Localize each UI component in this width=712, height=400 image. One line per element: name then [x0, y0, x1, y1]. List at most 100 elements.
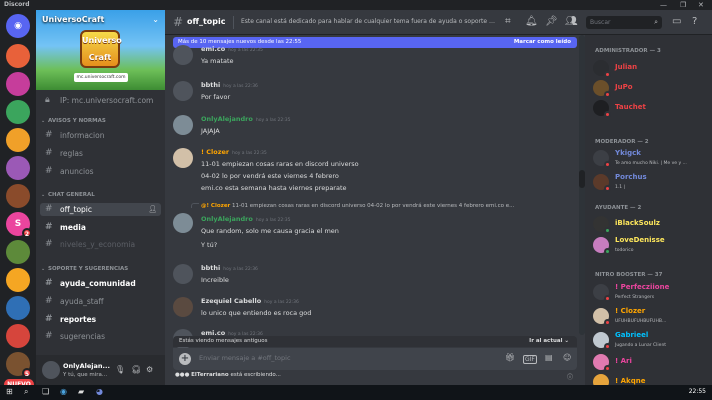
composer-placeholder[interactable]: Enviar mensaje a #off_topic [199, 354, 291, 362]
member-name[interactable]: Tauchet [615, 103, 646, 111]
avatar[interactable] [42, 361, 60, 379]
author-name[interactable]: OnlyAlejandro [201, 115, 253, 123]
member-row[interactable]: ! Ari [593, 353, 708, 373]
member-row[interactable]: LoveDenisse todorico [593, 236, 708, 256]
gear-icon[interactable]: ⚙ [146, 365, 153, 374]
emoji-icon[interactable]: ☺ [563, 353, 571, 362]
channel-reportes[interactable]: # reportes [40, 313, 161, 326]
help-icon[interactable]: ⓘ [567, 372, 573, 381]
message-author[interactable]: emi.co hoy a las 22:35 [201, 45, 263, 53]
avatar[interactable] [593, 174, 611, 192]
channel-ayuda-staff[interactable]: # ayuda_staff [40, 295, 161, 308]
member-name[interactable]: LoveDenisse [615, 236, 665, 244]
category-chat-general[interactable]: ⌄ CHAT GENERAL [40, 190, 161, 200]
avatar[interactable] [593, 150, 611, 168]
server-icon-server-5[interactable] [6, 156, 30, 180]
task-view-icon[interactable]: ❏ [42, 387, 49, 396]
channel-sugerencias[interactable]: # sugerencias [40, 330, 161, 343]
author-name[interactable]: Ezequiel Cabello [201, 297, 261, 305]
channel-anuncios[interactable]: # anuncios [40, 165, 161, 178]
avatar[interactable] [593, 374, 609, 385]
avatar[interactable] [593, 284, 611, 302]
member-row[interactable]: Tauchet [593, 99, 708, 119]
server-icon-server-10[interactable] [6, 296, 30, 320]
avatar[interactable] [593, 80, 611, 98]
member-name[interactable]: ! Ari [615, 357, 632, 365]
channel-off-topic[interactable]: # off_topic 👤︎ [40, 203, 161, 216]
author-name[interactable]: emi.co [201, 45, 225, 53]
author-name[interactable]: bbthi [201, 81, 220, 89]
avatar[interactable] [173, 81, 193, 101]
member-row[interactable]: Ykigck Te amo mucho Niki. | Me ve y ... [593, 149, 708, 169]
member-name[interactable]: ! Perfecziione [615, 283, 669, 291]
server-icon-home[interactable]: ◉ [6, 14, 30, 38]
channel-niveles[interactable]: # niveles_y_economia [40, 238, 161, 251]
server-icon-server-9[interactable] [6, 268, 30, 292]
channel-media[interactable]: # media [40, 221, 161, 234]
member-row[interactable]: Gabrieel Jugando a Lunar Client [593, 331, 708, 351]
channel-reglas[interactable]: # reglas [40, 147, 161, 160]
avatar[interactable] [173, 148, 193, 168]
server-icon-server-7[interactable]: S2 [6, 212, 32, 238]
folder-icon[interactable]: ▰ [78, 387, 84, 396]
server-banner[interactable]: UniversoCraft ⌄ Universo Craft mc.univer… [36, 10, 165, 90]
avatar[interactable] [593, 354, 611, 372]
member-name[interactable]: iBlackSoulz [615, 219, 660, 227]
sticker-icon[interactable]: ▤ [545, 353, 553, 362]
jump-to-present-button[interactable]: Ir al actual ⌄ [529, 336, 569, 347]
windows-start-icon[interactable]: ⊞ [6, 387, 13, 396]
member-row[interactable]: ! Clozer UFUHBUFUHBUFUHB... [593, 307, 708, 327]
avatar[interactable] [593, 237, 611, 255]
username[interactable]: OnlyAlejan... [63, 362, 110, 370]
channel-ayuda-comunidad[interactable]: # ayuda_comunidad [40, 277, 161, 290]
help-icon[interactable]: ? [692, 16, 697, 27]
member-name[interactable]: Julian [615, 63, 637, 71]
member-row[interactable]: ! Perfecziione Perfect Strangers [593, 283, 708, 303]
member-name[interactable]: ! Akqne [615, 377, 645, 385]
category-soporte[interactable]: ⌄ SOPORTE Y SUGERENCIAS [40, 264, 161, 274]
avatar[interactable] [593, 308, 611, 326]
server-icon-server-3[interactable] [6, 100, 30, 124]
members-icon[interactable]: 👥︎ [565, 16, 578, 27]
author-name[interactable]: OnlyAlejandro [201, 215, 253, 223]
avatar[interactable] [593, 60, 611, 78]
server-name[interactable]: UniversoCraft [42, 15, 104, 24]
server-icon-server-2[interactable] [6, 72, 30, 96]
member-row[interactable]: Porchus 1.1 | [593, 173, 708, 193]
discord-taskbar-icon[interactable]: ◕ [96, 387, 103, 396]
server-icon-server-1[interactable] [6, 44, 30, 68]
channel-informacion[interactable]: # informacion [40, 129, 161, 142]
gift-icon[interactable]: 🎁︎ [505, 353, 515, 362]
headphones-icon[interactable]: 🎧︎ [131, 365, 141, 374]
member-name[interactable]: Gabrieel [615, 331, 648, 339]
reply-author[interactable]: @! Clozer [201, 203, 230, 209]
message-composer[interactable]: + Enviar mensaje a #off_topic 🎁︎ GIF ▤ ☺ [173, 348, 577, 370]
maximize-button[interactable]: ❐ [680, 0, 686, 10]
avatar[interactable] [173, 213, 193, 233]
author-name[interactable]: bbthi [201, 264, 220, 272]
member-name[interactable]: ! Clozer [615, 307, 645, 315]
pin-icon[interactable]: 📌︎ [545, 16, 558, 27]
minimize-button[interactable]: — [660, 0, 667, 10]
message-author[interactable]: bbthi hoy a las 22:36 [201, 264, 258, 272]
mark-read-button[interactable]: Marcar como leído [514, 37, 571, 48]
member-row[interactable]: iBlackSoulz [593, 215, 708, 235]
message-author[interactable]: Ezequiel Cabello hoy a las 22:36 [201, 297, 299, 305]
member-name[interactable]: Porchus [615, 173, 647, 181]
server-icon-server-6[interactable] [6, 184, 30, 208]
server-icon-server-8[interactable] [6, 240, 30, 264]
close-button[interactable]: ✕ [698, 0, 704, 10]
add-member-icon[interactable]: 👤︎ [148, 203, 157, 216]
message-author[interactable]: bbthi hoy a las 22:36 [201, 81, 258, 89]
search-icon[interactable]: ⌕ [24, 387, 28, 397]
avatar[interactable] [173, 264, 193, 284]
member-row[interactable]: ! Akqne [593, 373, 708, 385]
author-name[interactable]: ! Clozer [201, 148, 229, 156]
message-author[interactable]: OnlyAlejandro hoy a las 22:35 [201, 215, 291, 223]
server-icon-server-4[interactable] [6, 128, 30, 152]
message-author[interactable]: ! Clozer hoy a las 22:35 [201, 148, 267, 156]
channel-topic[interactable]: Este canal está dedicado para hablar de … [241, 18, 497, 25]
server-icon-server-11[interactable] [6, 324, 30, 348]
gif-icon[interactable]: GIF [523, 355, 537, 364]
add-attachment-button[interactable]: + [179, 353, 191, 365]
